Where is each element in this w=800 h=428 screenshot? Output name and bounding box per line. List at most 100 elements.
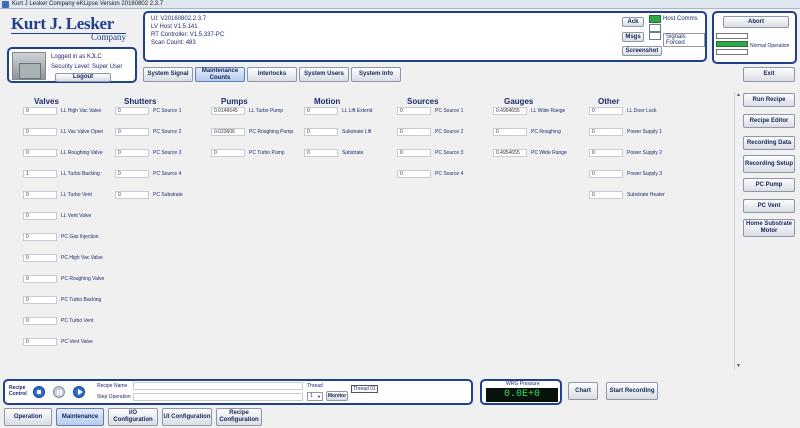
user-panel: Logged in as KJLC Security Level: Super …	[7, 47, 137, 83]
recording-setup-button[interactable]: Recording Setup	[743, 155, 795, 173]
pressure-label: WRG Pressure	[506, 381, 540, 387]
nav-recipe-configuration[interactable]: Recipe Configuration	[216, 408, 262, 426]
other-count-field[interactable]: 0	[589, 107, 623, 115]
tab-system-info[interactable]: System Info	[351, 67, 401, 82]
valves-count-field[interactable]: 0	[23, 107, 57, 115]
stop-icon[interactable]	[33, 386, 45, 398]
window-titlebar: Kurt J Lesker Company eKLipse Version 20…	[0, 0, 800, 9]
thread-select-value: 1	[310, 393, 313, 399]
valves-count-label: PC Turbo Vent	[61, 318, 94, 324]
pumps-header: Pumps	[221, 97, 248, 106]
valves-count-field[interactable]: 0	[23, 128, 57, 136]
shutters-count-field[interactable]: 0	[115, 170, 149, 178]
monitor-button[interactable]: Monitor	[326, 391, 348, 401]
nav-operation[interactable]: Operation	[4, 408, 52, 426]
valves-count-field[interactable]: 0	[23, 191, 57, 199]
recording-data-button[interactable]: Recording Data	[743, 136, 795, 150]
gauges-header: Gauges	[504, 97, 534, 106]
nav-ui-configuration[interactable]: UI Configuration	[162, 408, 212, 426]
pause-icon[interactable]	[53, 386, 65, 398]
valves-count-field[interactable]: 0	[23, 338, 57, 346]
other-count-field[interactable]: 0	[589, 170, 623, 178]
gauges-count-field[interactable]: 0	[493, 128, 527, 136]
home-substrate-motor-button[interactable]: Home Substrate Motor	[743, 219, 795, 237]
msgs-button[interactable]: Msgs	[622, 32, 644, 42]
signals-forced-label: Signals Forced	[663, 33, 705, 47]
tab-system-signal[interactable]: System Signal	[143, 67, 193, 82]
exit-button[interactable]: Exit	[743, 67, 795, 82]
motion-count-label: LL Lift Extend	[342, 108, 373, 114]
valves-count-field[interactable]: 0	[23, 149, 57, 157]
pumps-count-field[interactable]: 0.023606	[211, 128, 245, 136]
nav-maintenance[interactable]: Maintenance	[56, 408, 104, 426]
other-count-field[interactable]: 0	[589, 149, 623, 157]
logo-company: Company	[91, 32, 126, 42]
pc-vent-button[interactable]: PC Vent	[743, 199, 795, 213]
run-recipe-button[interactable]: Run Recipe	[743, 93, 795, 107]
valves-count-label: LL Vent Valve	[61, 213, 92, 219]
valves-count-label: PC Gas Injection	[61, 234, 99, 240]
start-recording-button[interactable]: Start Recording	[606, 382, 658, 400]
shutters-count-field[interactable]: 0	[115, 191, 149, 199]
sources-count-label: PC Source 2	[435, 129, 464, 135]
pumps-count-field[interactable]: 0.0146645	[211, 107, 245, 115]
motion-count-field[interactable]: 0	[304, 149, 338, 157]
play-icon[interactable]	[73, 386, 85, 398]
shutters-count-label: PC Source 2	[153, 129, 182, 135]
rt-controller-version: RT Controller: V1.5.337-PC	[151, 32, 225, 38]
sources-count-field[interactable]: 0	[397, 149, 431, 157]
other-count-label: Substrate Heater	[627, 192, 665, 198]
logout-button[interactable]: Logout	[55, 73, 111, 82]
recipe-editor-button[interactable]: Recipe Editor	[743, 114, 795, 128]
gauges-count-field[interactable]: 0.4954655	[493, 149, 527, 157]
pumps-count-label: LL Turbo Pump	[249, 108, 284, 114]
app-window: Kurt J Lesker Company eKLipse Version 20…	[0, 0, 800, 428]
scroll-up-icon[interactable]: ▲	[736, 92, 741, 99]
tab-system-users[interactable]: System Users	[299, 67, 349, 82]
thread-select[interactable]: 1 ▼	[307, 392, 323, 401]
valves-count-label: LL Roughing Valve	[61, 150, 103, 156]
valves-count-field[interactable]: 0	[23, 317, 57, 325]
pumps-count-label: PC Roughing Pump	[249, 129, 294, 135]
other-count-field[interactable]: 0	[589, 191, 623, 199]
scan-count: Scan Count: 483	[151, 40, 196, 46]
tab-maintenance-counts[interactable]: Maintenance Counts	[195, 67, 245, 82]
vertical-scrollbar[interactable]: ▲ ▼	[734, 92, 741, 370]
chart-button[interactable]: Chart	[568, 382, 598, 400]
valves-count-field[interactable]: 0	[23, 254, 57, 262]
pumps-count-label: PC Turbo Pump	[249, 150, 285, 156]
host-comms-indicator	[649, 15, 661, 23]
shutters-count-field[interactable]: 0	[115, 149, 149, 157]
pressure-readout: 0.0E+0	[486, 388, 558, 402]
motion-count-label: Substrate	[342, 150, 364, 156]
normal-operation-label: Normal Operation	[750, 43, 790, 49]
tab-interlocks[interactable]: Interlocks	[247, 67, 297, 82]
valves-count-label: LL Turbo Backing	[61, 171, 100, 177]
valves-count-field[interactable]: 0	[23, 296, 57, 304]
screenshot-button[interactable]: Screenshot	[622, 46, 662, 56]
other-count-field[interactable]: 0	[589, 128, 623, 136]
gauges-count-field[interactable]: 0.4954655	[493, 107, 527, 115]
motion-count-field[interactable]: 0	[304, 107, 338, 115]
pc-pump-button[interactable]: PC Pump	[743, 178, 795, 192]
valves-count-label: PC Roughing Valve	[61, 276, 105, 282]
abort-button[interactable]: Abort	[723, 16, 789, 28]
sources-count-field[interactable]: 0	[397, 128, 431, 136]
pumps-count-field[interactable]: 0	[211, 149, 245, 157]
shutters-count-field[interactable]: 0	[115, 107, 149, 115]
shutters-count-label: PC Source 4	[153, 171, 182, 177]
scroll-down-icon[interactable]: ▼	[736, 363, 741, 370]
thread-label: Thread	[307, 383, 323, 389]
motion-count-field[interactable]: 0	[304, 128, 338, 136]
nav-io-configuration[interactable]: I/O Configuration	[108, 408, 158, 426]
sources-count-label: PC Source 4	[435, 171, 464, 177]
sources-count-field[interactable]: 0	[397, 107, 431, 115]
valves-count-field[interactable]: 0	[23, 275, 57, 283]
valves-count-field[interactable]: 1	[23, 170, 57, 178]
recipe-name-field	[133, 382, 303, 390]
sources-count-field[interactable]: 0	[397, 170, 431, 178]
shutters-count-field[interactable]: 0	[115, 128, 149, 136]
ack-button[interactable]: Ack	[622, 17, 644, 27]
valves-count-field[interactable]: 0	[23, 212, 57, 220]
valves-count-field[interactable]: 0	[23, 233, 57, 241]
